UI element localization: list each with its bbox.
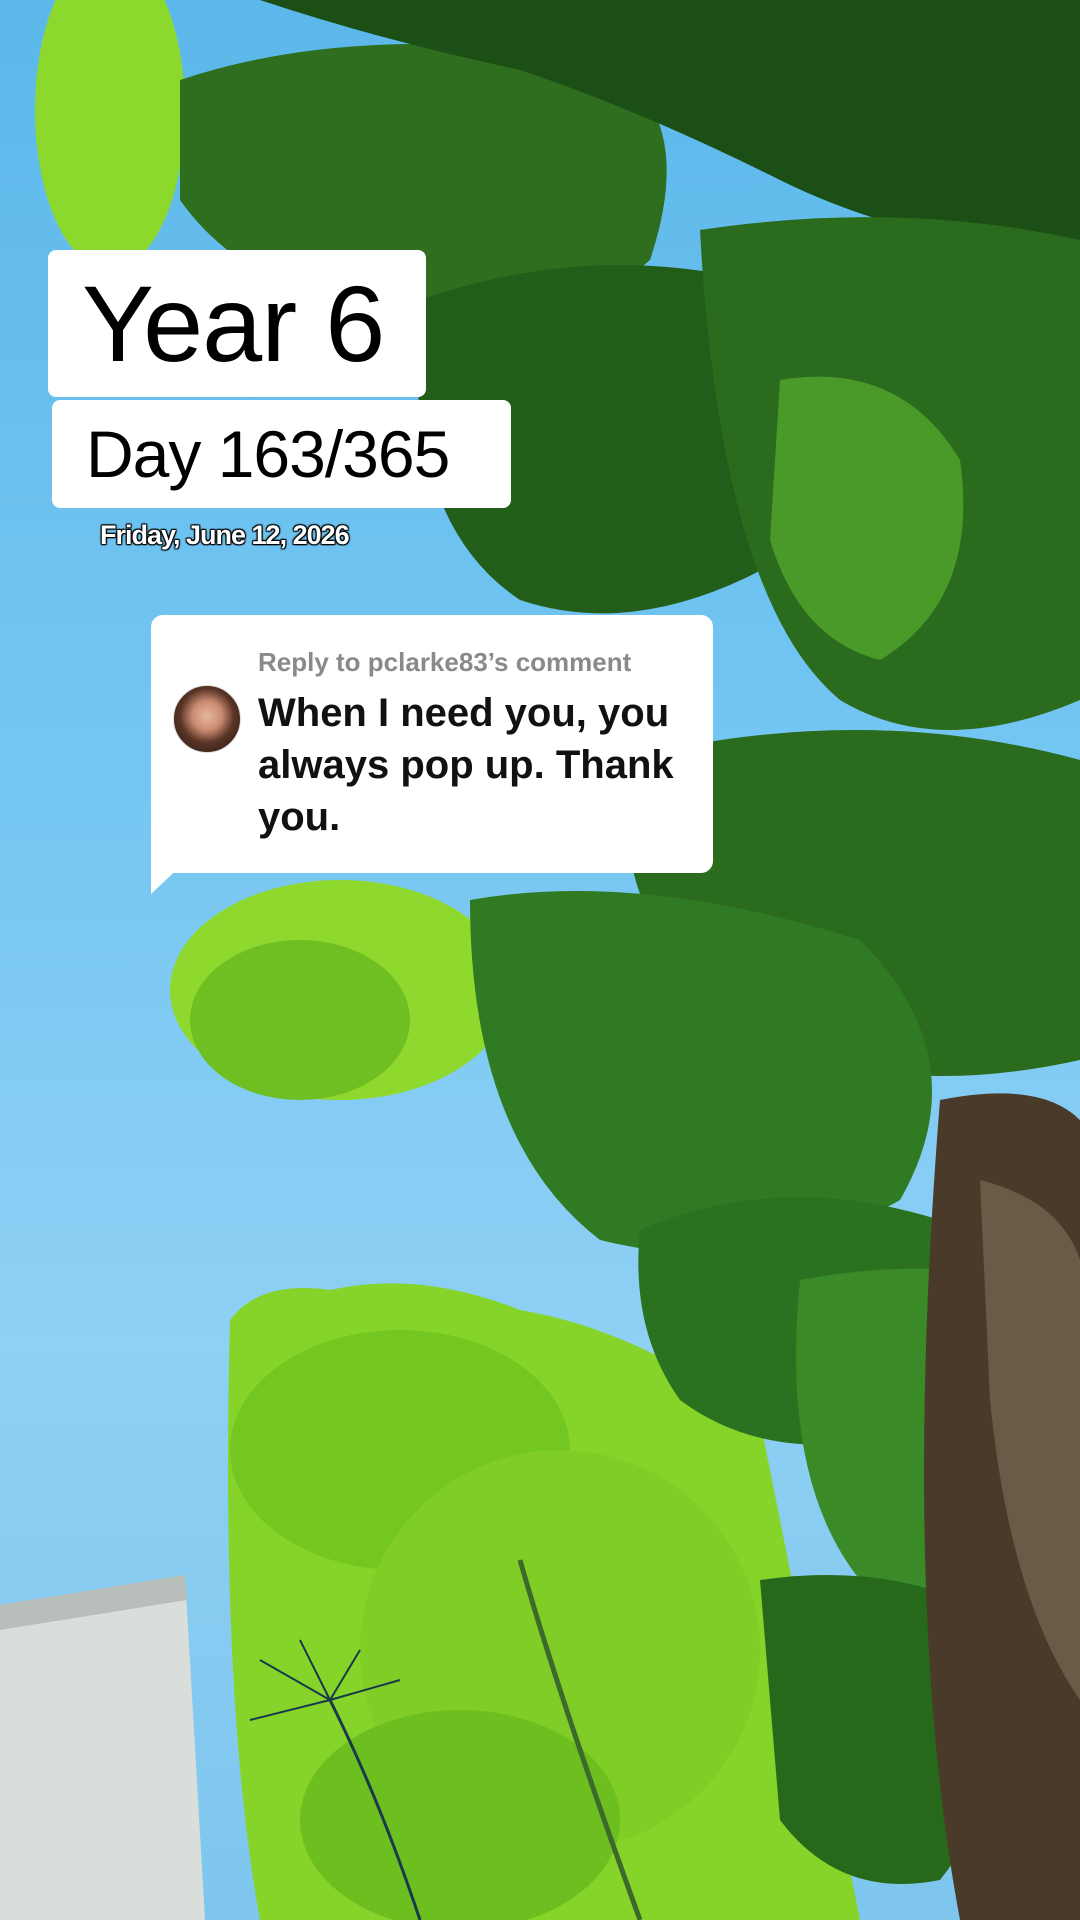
reply-header: Reply to pclarke83’s comment (258, 647, 632, 677)
reply-message: When I need you, you always pop up. Than… (258, 691, 674, 839)
day-counter-text: Day 163/365 (86, 417, 450, 491)
day-counter-box: Day 163/365 (52, 400, 511, 508)
commenter-avatar (173, 685, 241, 753)
date-label: Friday, June 12, 2026 (100, 520, 350, 550)
reply-comment-card[interactable]: Reply to pclarke83’s comment When I need… (151, 615, 713, 873)
title-box: Year 6 (48, 250, 426, 397)
title-text: Year 6 (82, 262, 385, 384)
